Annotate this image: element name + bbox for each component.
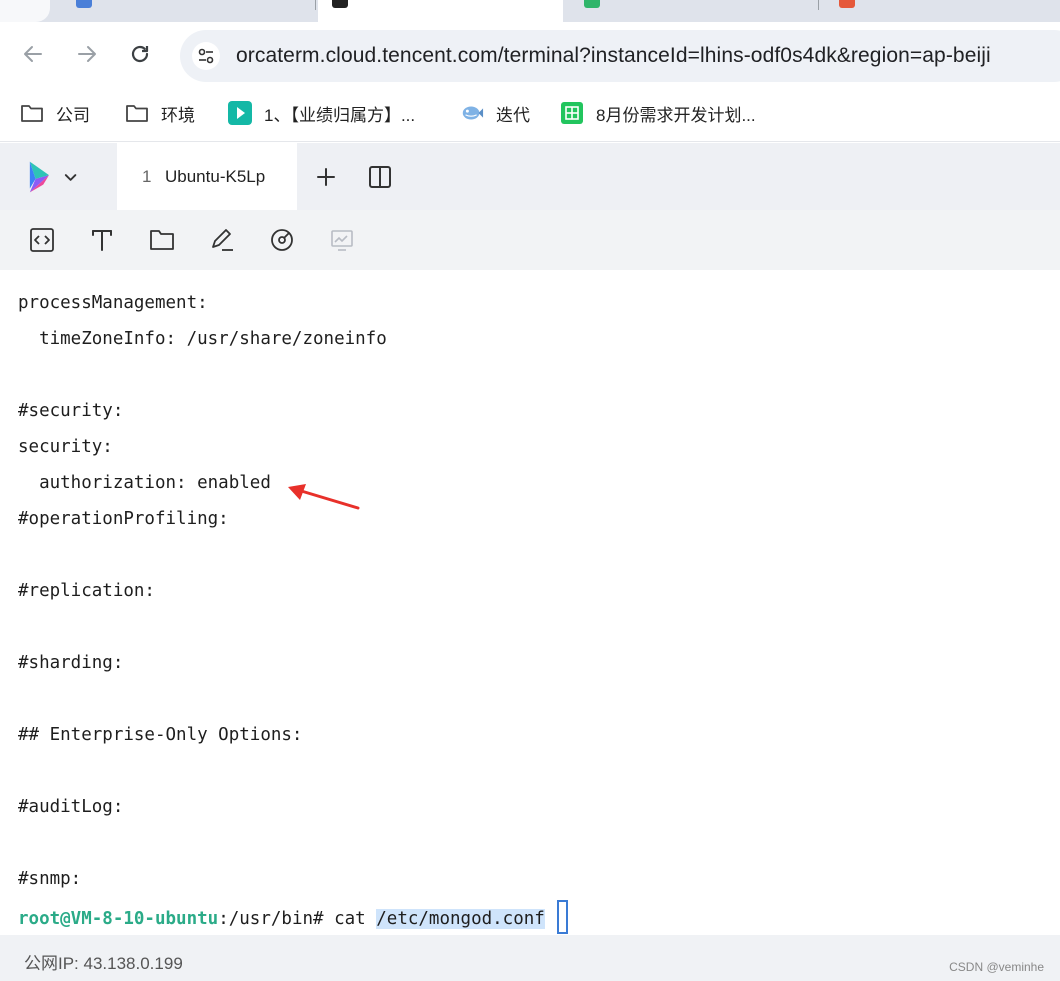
app-header: 1 Ubuntu-K5Lp	[0, 143, 1060, 210]
file-manager-button[interactable]	[147, 225, 177, 255]
folder-icon	[150, 230, 174, 250]
terminal-output[interactable]: processManagement: timeZoneInfo: /usr/sh…	[0, 270, 1060, 935]
browser-tab-4[interactable]	[825, 0, 1025, 22]
monitor-button[interactable]	[267, 225, 297, 255]
address-bar[interactable]: orcaterm.cloud.tencent.com/terminal?inst…	[180, 30, 1060, 82]
status-bar: 公网IP: 43.138.0.199 CSDN @veminhe	[0, 935, 1060, 981]
terminal-line: #sharding:	[18, 653, 124, 673]
browser-tab-strip	[0, 0, 1060, 22]
bookmark-company[interactable]: 公司	[20, 100, 90, 126]
terminal-line: #snmp:	[18, 869, 82, 889]
public-ip: 公网IP: 43.138.0.199	[24, 954, 183, 973]
terminal-toolbar	[0, 210, 1060, 270]
forward-button[interactable]	[69, 36, 105, 72]
arrow-left-icon	[24, 46, 42, 62]
browser-tab-1[interactable]	[62, 0, 316, 22]
chart-icon	[331, 230, 353, 251]
bookmark-label: 环境	[161, 105, 195, 125]
terminal-line: #replication:	[18, 581, 155, 601]
chevron-down-icon	[64, 174, 77, 181]
bookmark-performance[interactable]: 1、【业绩归属方】...	[228, 100, 415, 126]
url-text[interactable]: orcaterm.cloud.tencent.com/terminal?inst…	[236, 44, 991, 68]
tab-favicon	[76, 0, 92, 8]
watermark: CSDN @veminhe	[949, 960, 1044, 974]
terminal-prompt-line: root@VM-8-10-ubuntu:/usr/bin# cat /etc/m…	[18, 900, 568, 934]
site-settings-icon[interactable]	[192, 42, 220, 70]
terminal-line: #security:	[18, 401, 124, 421]
tab-favicon	[584, 0, 600, 8]
terminal-line: timeZoneInfo: /usr/share/zoneinfo	[18, 329, 387, 349]
browser-tab-3[interactable]	[570, 0, 819, 22]
bookmarks-bar: 公司 环境 1、【业绩归属方】... 迭代 8月份需求开发计划...	[0, 90, 1060, 142]
terminal-line: #auditLog:	[18, 797, 124, 817]
arrow-right-icon	[78, 46, 96, 62]
app-menu-button[interactable]	[26, 158, 80, 196]
tab-favicon	[332, 0, 348, 8]
terminal-line: security:	[18, 437, 113, 457]
terminal-line: ## Enterprise-Only Options:	[18, 725, 303, 745]
terminal-line: processManagement:	[18, 293, 208, 313]
back-button[interactable]	[15, 36, 51, 72]
session-tab-index: 1	[142, 167, 152, 186]
bookmark-label: 迭代	[496, 105, 530, 125]
split-view-button[interactable]	[366, 163, 394, 191]
terminal-cursor	[556, 900, 568, 934]
browser-tab-0[interactable]	[0, 0, 50, 22]
bookmark-label: 1、【业绩归属方】...	[264, 105, 416, 125]
folder-icon	[125, 101, 149, 125]
edit-icon	[212, 229, 233, 251]
code-snippet-button[interactable]	[27, 225, 57, 255]
annotation-arrow-icon	[288, 484, 360, 510]
folder-icon	[20, 101, 44, 125]
bookmark-plan[interactable]: 8月份需求开发计划...	[560, 100, 756, 126]
session-tab[interactable]: 1 Ubuntu-K5Lp	[117, 143, 297, 210]
selected-text: /etc/mongod.conf	[376, 909, 545, 929]
browser-tab-active[interactable]	[318, 0, 563, 22]
bookmark-label: 8月份需求开发计划...	[596, 105, 756, 125]
sheet-icon	[560, 101, 584, 125]
code-icon	[30, 228, 54, 252]
prompt-user-host: root@VM-8-10-ubuntu	[18, 909, 219, 929]
bookmark-env[interactable]: 环境	[125, 100, 195, 126]
fish-icon	[460, 101, 484, 125]
play-icon	[228, 101, 252, 125]
split-view-icon	[369, 166, 391, 188]
reload-button[interactable]	[122, 36, 158, 72]
orcaterm-logo-icon	[29, 161, 49, 193]
tab-favicon	[839, 0, 855, 8]
reload-icon	[131, 45, 149, 63]
edit-button[interactable]	[207, 225, 237, 255]
chart-button[interactable]	[327, 225, 357, 255]
new-session-button[interactable]	[312, 163, 340, 191]
terminal-line: authorization: enabled	[18, 473, 271, 493]
terminal-line: #operationProfiling:	[18, 509, 229, 529]
prompt-command: cat	[334, 909, 377, 929]
monitor-icon	[271, 229, 293, 251]
session-tab-name: Ubuntu-K5Lp	[165, 167, 266, 186]
bookmark-label: 公司	[56, 105, 90, 125]
prompt-path: :/usr/bin#	[218, 909, 335, 929]
text-icon	[92, 230, 112, 251]
bookmark-iteration[interactable]: 迭代	[460, 100, 530, 126]
browser-nav-bar: orcaterm.cloud.tencent.com/terminal?inst…	[0, 22, 1060, 90]
text-button[interactable]	[87, 225, 117, 255]
plus-icon	[317, 168, 335, 186]
